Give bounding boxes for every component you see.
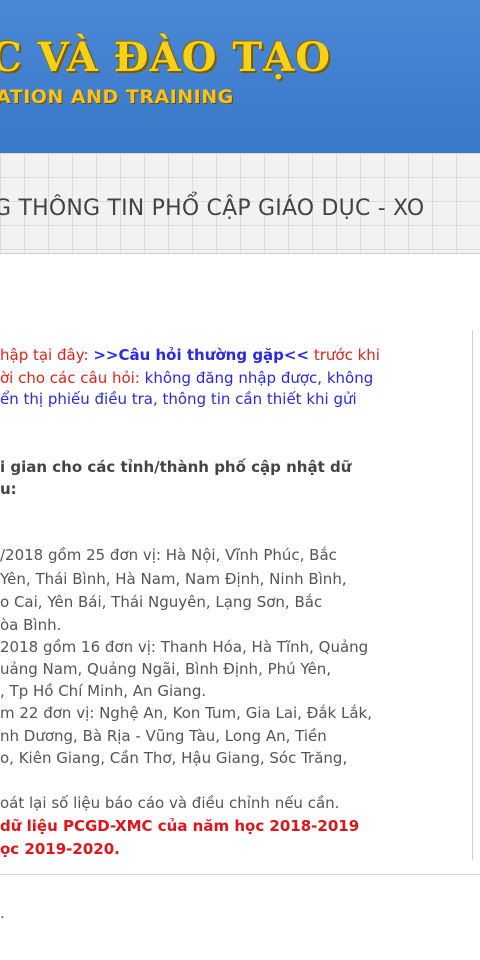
banner-subtitle: ATION AND TRAINING [0, 86, 234, 108]
site-banner: C VÀ ĐÀO TẠO ATION AND TRAINING [0, 0, 480, 153]
group3-line: o, Kiên Giang, Cần Thơ, Hậu Giang, Sóc T… [0, 749, 348, 767]
review-note: oát lại số liệu báo cáo và điều chỉnh nế… [0, 794, 340, 812]
notice-answers-label: ời cho các câu hỏi: [0, 369, 145, 387]
group3-line: nh Dương, Bà Rịa - Vũng Tàu, Long An, Ti… [0, 727, 327, 745]
content-border [472, 330, 473, 860]
notice-line-1: hập tại đây: >>Câu hỏi thường gặp<< trướ… [0, 345, 380, 365]
schedule-heading-cont: u: [0, 480, 17, 498]
schedule-heading: i gian cho các tỉnh/thành phố cập nhật d… [0, 458, 352, 476]
footer-marker: . [0, 904, 5, 922]
notice-line-2: ời cho các câu hỏi: không đăng nhập được… [0, 368, 373, 388]
group2-line: , Tp Hồ Chí Minh, An Giang. [0, 682, 207, 700]
group2-line: uảng Nam, Quảng Ngãi, Bình Định, Phú Yên… [0, 660, 332, 678]
group1-line: /2018 gồm 25 đơn vị: Hà Nội, Vĩnh Phúc, … [0, 546, 337, 564]
faq-link[interactable]: >>Câu hỏi thường gặp<< [93, 346, 309, 364]
deadline-warning: dữ liệu PCGD-XMC của năm học 2018-2019 [0, 817, 360, 835]
notice-line-3[interactable]: ển thị phiếu điều tra, thông tin cần thi… [0, 389, 357, 409]
group1-line: Yên, Thái Bình, Hà Nam, Nam Định, Ninh B… [0, 570, 347, 588]
group3-line: m 22 đơn vị: Nghệ An, Kon Tum, Gia Lai, … [0, 704, 372, 722]
deadline-warning-cont: ọc 2019-2020. [0, 840, 120, 858]
notice-suffix: trước khi [309, 346, 380, 364]
notice-prefix: hập tại đây: [0, 346, 94, 364]
group2-line: 2018 gồm 16 đơn vị: Thanh Hóa, Hà Tĩnh, … [0, 638, 369, 656]
group1-line: òa Bình. [0, 616, 62, 634]
banner-title: C VÀ ĐÀO TẠO [0, 34, 332, 81]
notice-answers-link[interactable]: không đăng nhập được, không [145, 369, 374, 387]
page-title: G THÔNG TIN PHỔ CẬP GIÁO DỤC - XO [0, 196, 425, 221]
group1-line: o Cai, Yên Bái, Thái Nguyên, Lạng Sơn, B… [0, 593, 323, 611]
